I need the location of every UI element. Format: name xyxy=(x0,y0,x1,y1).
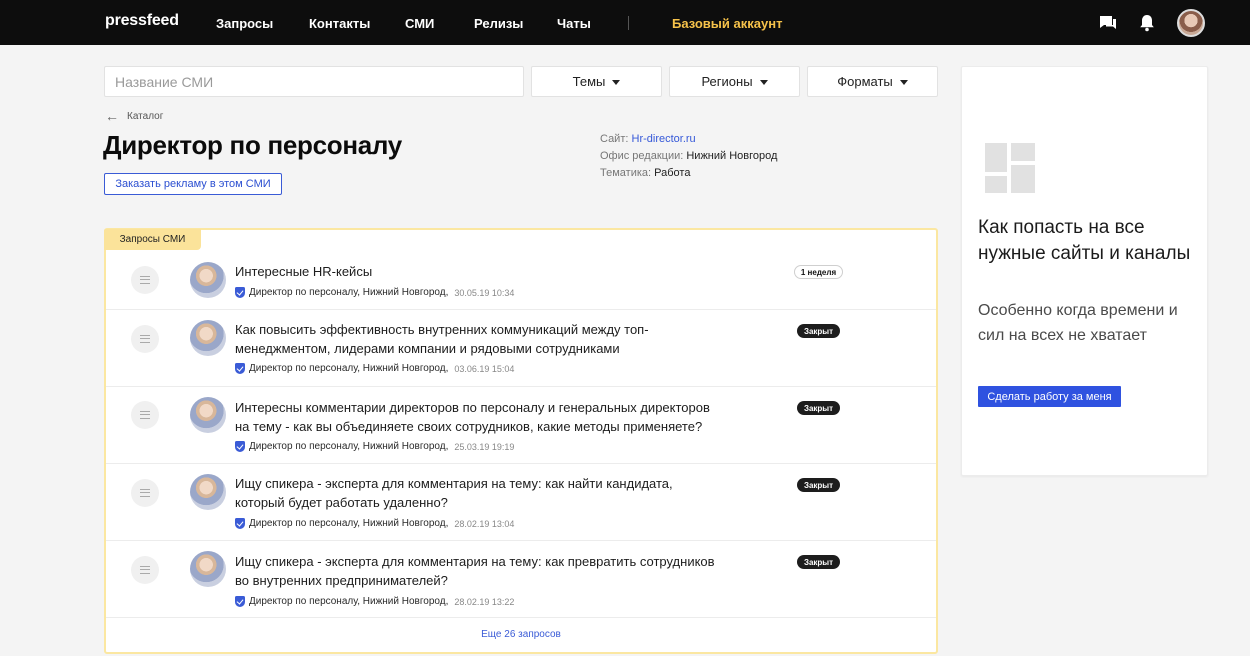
avatar xyxy=(190,397,226,433)
request-author: Директор по персоналу, Нижний Новгород, xyxy=(249,518,449,529)
row-divider xyxy=(106,309,936,310)
bell-icon[interactable] xyxy=(1137,13,1157,33)
promo-subtitle: Особенно когда времени и сил на всех не … xyxy=(978,302,1178,344)
chat-icon[interactable] xyxy=(1098,13,1118,33)
status-badge: Закрыт xyxy=(797,478,840,492)
formats-label: Форматы xyxy=(837,74,893,89)
document-icon xyxy=(131,325,159,353)
row-divider xyxy=(106,463,936,464)
site-link[interactable]: Hr-director.ru xyxy=(632,133,696,145)
request-date: 25.03.19 19:19 xyxy=(454,441,515,452)
page-title: Директор по персоналу xyxy=(103,130,402,160)
site-label: Сайт: xyxy=(600,133,629,145)
request-date: 28.02.19 13:04 xyxy=(454,518,515,529)
order-ad-button[interactable]: Заказать рекламу в этом СМИ xyxy=(104,173,282,195)
request-meta: Директор по персоналу, Нижний Новгород, … xyxy=(235,441,514,452)
topic-value: Работа xyxy=(654,167,691,179)
requests-card xyxy=(104,228,938,654)
verified-shield-icon xyxy=(235,596,245,607)
request-meta: Директор по персоналу, Нижний Новгород, … xyxy=(235,518,514,529)
status-badge: Закрыт xyxy=(797,401,840,415)
request-title[interactable]: Интересные HR-кейсы xyxy=(235,262,795,281)
media-topic: Тематика: Работа xyxy=(600,167,690,179)
user-avatar[interactable] xyxy=(1177,9,1205,37)
chevron-down-icon xyxy=(899,79,908,85)
request-title[interactable]: Интересны комментарии директоров по перс… xyxy=(235,398,795,436)
arrow-left-icon: ← xyxy=(105,108,119,124)
nav-releases[interactable]: Релизы xyxy=(474,16,523,31)
request-title[interactable]: Как повысить эффективность внутренних ко… xyxy=(235,320,795,358)
nav-divider xyxy=(628,16,629,30)
pressfeed-logo[interactable]: pressfeed xyxy=(105,12,179,30)
office-label: Офис редакции: xyxy=(600,150,684,162)
request-date: 28.02.19 13:22 xyxy=(454,596,515,607)
media-office: Офис редакции: Нижний Новгород xyxy=(600,150,777,162)
request-meta: Директор по персоналу, Нижний Новгород, … xyxy=(235,596,514,607)
formats-dropdown[interactable]: Форматы xyxy=(807,66,938,97)
do-work-for-me-button[interactable]: Сделать работу за меня xyxy=(978,386,1121,407)
chevron-down-icon xyxy=(759,79,768,85)
request-meta: Директор по персоналу, Нижний Новгород, … xyxy=(235,287,514,298)
request-meta: Директор по персоналу, Нижний Новгород, … xyxy=(235,363,514,374)
nav-chats[interactable]: Чаты xyxy=(557,16,591,31)
office-value: Нижний Новгород xyxy=(686,150,778,162)
request-author: Директор по персоналу, Нижний Новгород, xyxy=(249,441,449,452)
media-site: Сайт: Hr-director.ru xyxy=(600,133,696,145)
more-requests-link[interactable]: Еще 26 запросов xyxy=(106,617,936,651)
regions-label: Регионы xyxy=(701,74,753,89)
request-title[interactable]: Ищу спикера - эксперта для комментария н… xyxy=(235,474,795,512)
regions-dropdown[interactable]: Регионы xyxy=(669,66,800,97)
row-divider xyxy=(106,540,936,541)
themes-dropdown[interactable]: Темы xyxy=(531,66,662,97)
request-author: Директор по персоналу, Нижний Новгород, xyxy=(249,287,449,298)
avatar xyxy=(190,551,226,587)
request-date: 03.06.19 15:04 xyxy=(454,363,515,374)
avatar xyxy=(190,262,226,298)
promo-title: Как попасть на все нужные сайты и каналы xyxy=(978,217,1191,264)
breadcrumb[interactable]: ← Каталог xyxy=(105,108,163,124)
request-title[interactable]: Ищу спикера - эксперта для комментария н… xyxy=(235,552,795,590)
document-icon xyxy=(131,401,159,429)
themes-label: Темы xyxy=(572,74,606,89)
requests-tab[interactable]: Запросы СМИ xyxy=(104,229,201,250)
status-badge: Закрыт xyxy=(797,324,840,338)
document-icon xyxy=(131,479,159,507)
grid-logo-icon xyxy=(985,143,1035,193)
document-icon xyxy=(131,266,159,294)
request-author: Директор по персоналу, Нижний Новгород, xyxy=(249,363,449,374)
request-date: 30.05.19 10:34 xyxy=(454,287,515,298)
status-badge: Закрыт xyxy=(797,555,840,569)
status-badge: 1 неделя xyxy=(794,265,843,279)
promo-card xyxy=(961,66,1208,476)
top-navigation-bar: pressfeed Запросы Контакты СМИ Релизы Ча… xyxy=(0,0,1250,45)
verified-shield-icon xyxy=(235,363,245,374)
row-divider xyxy=(106,386,936,387)
document-icon xyxy=(131,556,159,584)
avatar xyxy=(190,320,226,356)
chevron-down-icon xyxy=(612,79,621,85)
nav-requests[interactable]: Запросы xyxy=(216,16,273,31)
avatar xyxy=(190,474,226,510)
nav-contacts[interactable]: Контакты xyxy=(309,16,370,31)
topic-label: Тематика: xyxy=(600,167,652,179)
verified-shield-icon xyxy=(235,287,245,298)
nav-account-plan[interactable]: Базовый аккаунт xyxy=(672,16,782,31)
request-author: Директор по персоналу, Нижний Новгород, xyxy=(249,596,449,607)
verified-shield-icon xyxy=(235,441,245,452)
verified-shield-icon xyxy=(235,518,245,529)
media-search-input[interactable] xyxy=(104,66,524,97)
breadcrumb-catalog: Каталог xyxy=(127,110,164,122)
nav-media[interactable]: СМИ xyxy=(405,16,434,31)
